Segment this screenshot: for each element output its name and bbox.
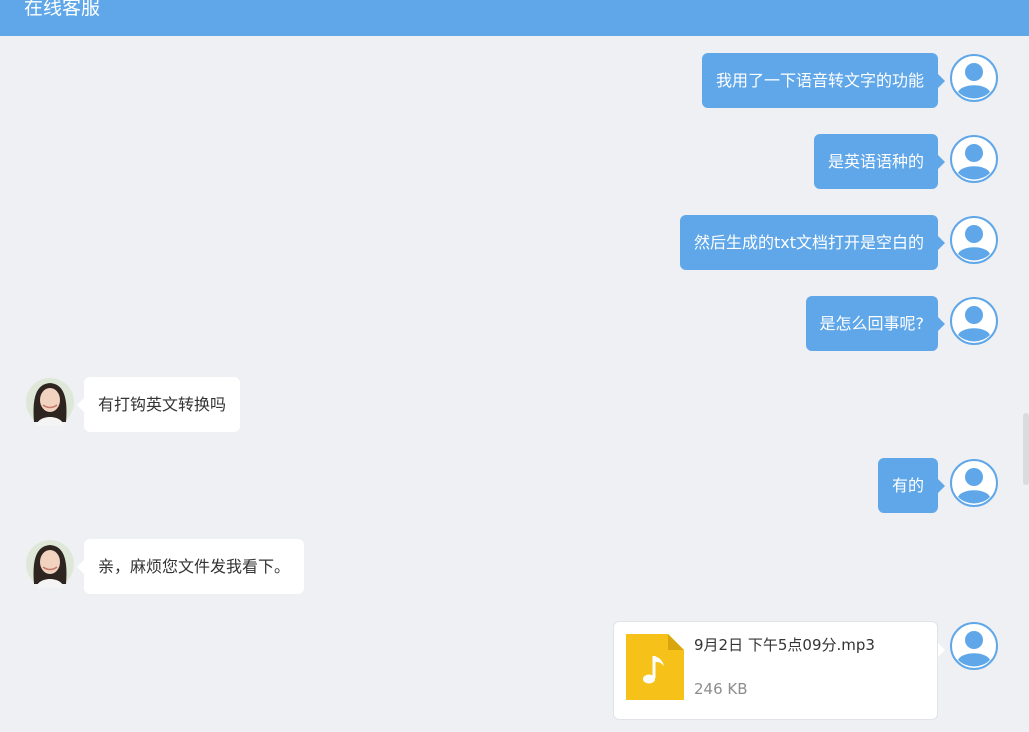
header-title: 在线客服 [24,0,101,19]
user-avatar-icon [950,297,998,345]
user-message-bubble[interactable]: 是英语语种的 [813,134,946,189]
agent-avatar-icon [26,540,74,588]
user-message-bubble[interactable]: 然后生成的txt文档打开是空白的 [679,215,946,270]
music-file-icon [626,634,684,700]
message-row: 是英语语种的 [0,134,1029,190]
user-message-bubble[interactable]: 是怎么回事呢? [805,296,945,351]
message-row: 是怎么回事呢? [0,296,1029,352]
user-avatar-icon [950,135,998,183]
agent-message-bubble[interactable]: 有打钩英文转换吗 [76,377,241,432]
file-size: 246 KB [694,680,748,698]
user-message-bubble[interactable]: 有的 [877,458,946,513]
message-row: 亲，麻烦您文件发我看下。 [0,539,1029,595]
user-avatar-icon [950,459,998,507]
user-avatar-icon [950,622,998,670]
message-row: 有打钩英文转换吗 [0,377,1029,433]
agent-avatar-icon [26,378,74,426]
user-avatar-icon [950,54,998,102]
file-name: 9月2日 下午5点09分.mp3 [694,636,875,654]
message-row: 9月2日 下午5点09分.mp3 246 KB [0,621,1029,721]
chat-header: 在线客服 [0,0,1029,36]
message-row: 我用了一下语音转文字的功能 [0,53,1029,109]
user-avatar-icon [950,216,998,264]
scrollbar-thumb[interactable] [1023,413,1029,485]
file-attachment-card[interactable]: 9月2日 下午5点09分.mp3 246 KB [613,621,945,720]
user-message-bubble[interactable]: 我用了一下语音转文字的功能 [701,53,946,108]
message-row: 有的 [0,458,1029,514]
agent-message-bubble[interactable]: 亲，麻烦您文件发我看下。 [76,539,305,594]
message-row: 然后生成的txt文档打开是空白的 [0,215,1029,271]
